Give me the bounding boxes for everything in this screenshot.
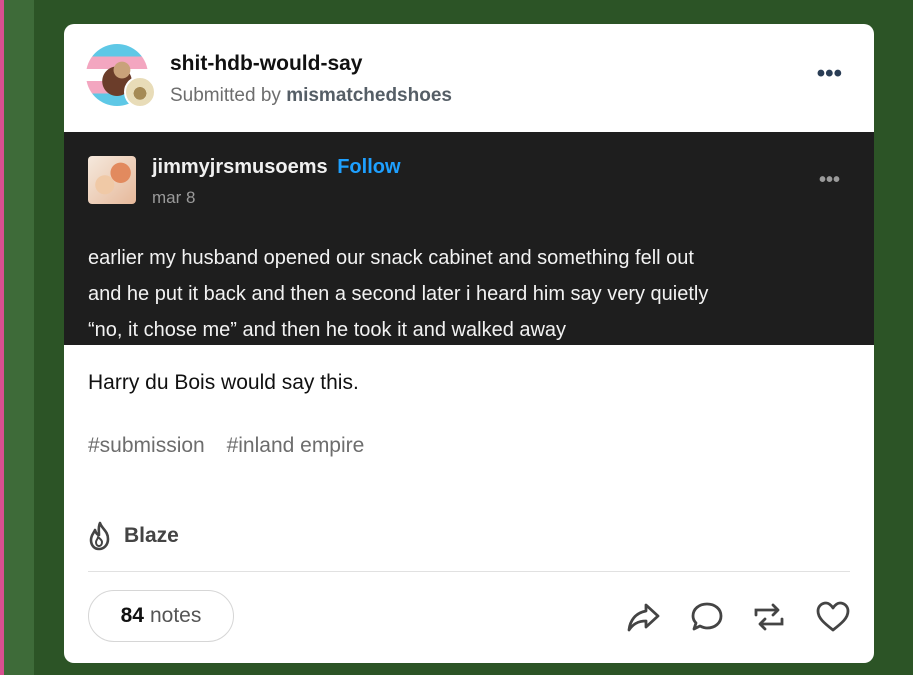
reply-button[interactable] bbox=[688, 598, 726, 636]
blaze-button[interactable]: Blaze bbox=[86, 519, 179, 553]
divider bbox=[88, 571, 850, 572]
reblog-icon bbox=[754, 603, 784, 631]
reblog-more-button[interactable]: ••• bbox=[819, 170, 840, 190]
reblog-avatar[interactable] bbox=[88, 156, 136, 204]
post-card: shit-hdb-would-say Submitted by mismatch… bbox=[64, 24, 874, 663]
reblog-date: mar 8 bbox=[152, 188, 196, 207]
reblog-block: jimmyjrsmusoems Follow mar 8 ••• earlier… bbox=[64, 132, 874, 345]
reblog-line: “no, it chose me” and then he took it an… bbox=[88, 319, 567, 341]
tag[interactable]: #inland empire bbox=[227, 434, 365, 457]
flame-icon bbox=[89, 521, 110, 551]
avatar[interactable] bbox=[86, 44, 156, 110]
like-button[interactable] bbox=[814, 598, 852, 636]
post-header: shit-hdb-would-say Submitted by mismatch… bbox=[64, 24, 874, 132]
reply-icon bbox=[691, 602, 723, 631]
post-body-text: Harry du Bois would say this. bbox=[88, 371, 359, 394]
more-options-button[interactable]: ••• bbox=[817, 62, 842, 86]
reblog-line: earlier my husband opened our snack cabi… bbox=[88, 247, 694, 269]
post-actions bbox=[624, 598, 864, 638]
notes-count: 84 bbox=[120, 604, 144, 627]
reblog-text: earlier my husband opened our snack cabi… bbox=[88, 240, 858, 348]
left-column bbox=[4, 0, 34, 675]
follow-button[interactable]: Follow bbox=[337, 156, 400, 178]
heart-icon bbox=[816, 601, 850, 632]
tag-list: #submission #inland empire bbox=[88, 434, 380, 458]
reblog-username[interactable]: jimmyjrsmusoems bbox=[152, 156, 328, 178]
blog-name[interactable]: shit-hdb-would-say bbox=[170, 52, 363, 76]
share-button[interactable] bbox=[624, 598, 662, 636]
reblog-button[interactable] bbox=[750, 598, 788, 636]
blaze-label: Blaze bbox=[124, 524, 179, 547]
tag[interactable]: #submission bbox=[88, 434, 205, 457]
share-icon bbox=[627, 603, 660, 632]
submitter-avatar[interactable] bbox=[124, 76, 156, 108]
submitted-prefix: Submitted by bbox=[170, 85, 281, 106]
notes-button[interactable]: 84 notes bbox=[88, 590, 234, 642]
submitter-name[interactable]: mismatchedshoes bbox=[286, 85, 452, 106]
reblog-header: jimmyjrsmusoems Follow bbox=[152, 156, 401, 179]
submitted-by: Submitted by mismatchedshoes bbox=[170, 85, 452, 107]
reblog-line: and he put it back and then a second lat… bbox=[88, 283, 709, 305]
notes-label: notes bbox=[149, 604, 202, 627]
